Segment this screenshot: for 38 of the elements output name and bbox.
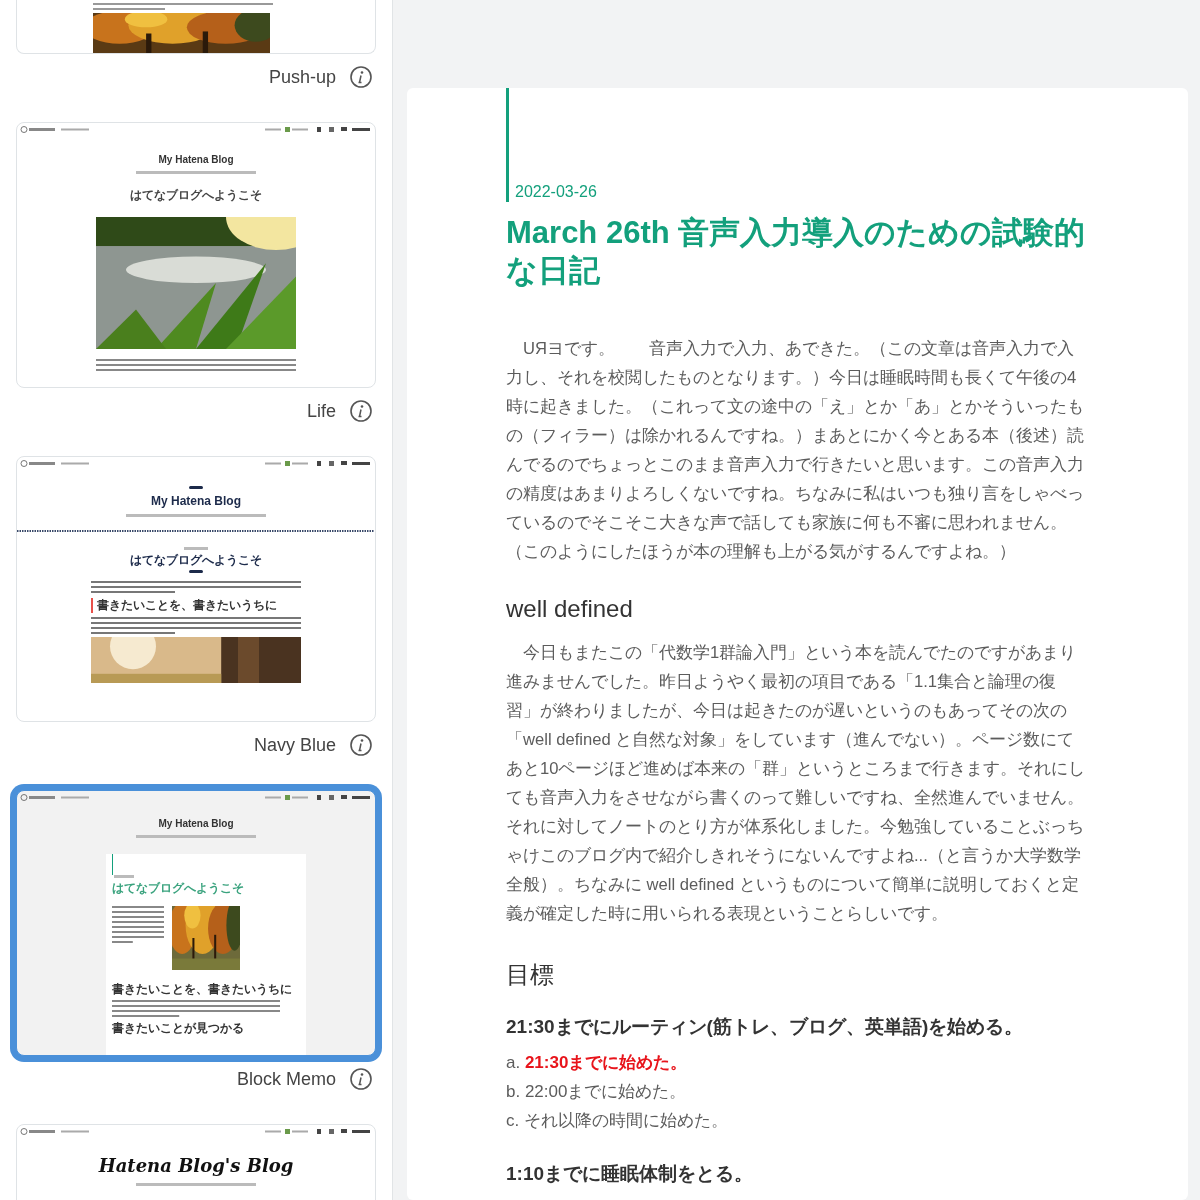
ornament-icon [189,570,203,573]
post-title: はてなブログへようこそ [130,188,262,203]
ornament-icon [189,486,203,489]
theme-preview-card[interactable]: My Hatena Blog はてなブログへようこそ 書きたいことを、書きたいうちに [16,456,376,722]
blog-title: My Hatena Blog [151,493,241,510]
blog-title: My Hatena Blog [158,153,234,167]
section-heading: 書きたいことを、書きたいうちに [112,982,292,997]
text-lines-drawing [112,906,164,943]
section-heading: well defined [506,594,634,624]
theme-name: Life [306,399,336,423]
theme-preview-card[interactable]: Hatena Blog's Blog [16,1124,376,1200]
theme-preview-card[interactable] [16,0,376,54]
paragraph: 今日もまたこの「代数学1群論入門」という本を読んでたのですがあまり進みませんでした。昨日ようやく最初の項目である「1.1集合と論理の復習」が終わりましたが、今日は起きたのが遅いというのもあってその次の「well defined と自然な対象」をしています（進んでない）。ページ数にてあと10ページほど進めば本来の「群」というところまで行きます。それにしても音声入力をさせながら書くのって難しいですね、全然進んでいません。それに対してノートのとり方が体系化しました。今勉強していることぶっちゃけこのブログ内で紹介しきれそうにないんですよね...（と言うか大学数学全般）。ちなみに well defined というものについて簡単に説明しておくと定義が確定した時に用いられる表現ということらしいです。 [506,642,1087,925]
date-drawing [184,547,208,550]
theme-name: Block Memo [236,1067,336,1091]
info-icon[interactable] [350,1068,372,1090]
post-date: 2022-03-26 [506,88,597,202]
option-text: c. それ以降の時間に始めた。 [506,1110,729,1132]
blog-title: My Hatena Blog [158,817,234,831]
blog-title: Hatena Blog's Blog [98,1154,294,1178]
post-title: はてなブログへようこそ [112,881,244,896]
date-drawing [112,854,136,878]
theme-name: Push-up [268,65,336,89]
info-icon[interactable] [350,400,372,422]
info-icon[interactable] [350,734,372,756]
section-heading: 目標 [506,960,555,990]
option-text: a. 21:30までに始めた。 [506,1052,689,1074]
goal-heading: 1:10までに睡眠体制をとる。 [506,1162,755,1186]
post-title: はてなブログへようこそ [130,553,262,568]
post-title: March 26th 音声入力導入のための試験的な日記 [506,214,1087,290]
section-heading: 書きたいことを、書きたいうちに [91,598,277,613]
goal-heading: 21:30までにルーティン(筋トレ、ブログ、英単語)を始める。 [506,1015,1025,1039]
theme-name: Navy Blue [253,733,336,757]
info-icon[interactable] [350,66,372,88]
option-text: b. 22:00までに始めた。 [506,1081,688,1103]
section-heading: 書きたいことが見つかる [112,1021,244,1036]
theme-preview-card[interactable]: My Hatena Blog はてなブログへようこそ [16,122,376,388]
paragraph: UЯヨです。 音声入力で入力、あできた。（この文章は音声入力で入力し、それを校閲したものとなります。）今日は睡眠時間も長くて午後の4時に起きました。（これって文の途中の「え」とか「あ」とかそういったもの（フィラー）は除かれるんですね。）まあとにかく今とある本（後述）読んでるのでちょっとこのまま音声入力で行きたいと思います。この音声入力の精度はあまりよろしくないですね。ちなみに私はいつも独り言をしゃべっているのでそこそこ大きな声で話しても家族に何も不審に思われません。（このようにしたほうが本の理解も上がる気がするんですよね。） [506,338,1085,563]
